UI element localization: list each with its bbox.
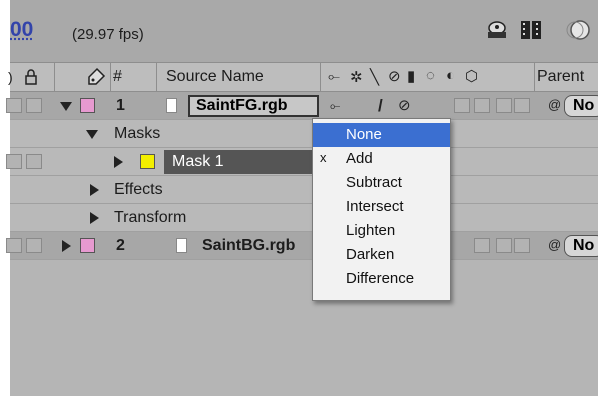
quality-switch-icon[interactable]: ╲ [370, 68, 379, 86]
3d-layer-icon[interactable]: ⬡ [465, 67, 478, 85]
effects-group-row[interactable]: Effects [10, 176, 598, 204]
label-tag-icon[interactable] [86, 67, 106, 87]
effects-group-label: Effects [114, 181, 163, 198]
parent-header[interactable]: Parent [537, 68, 584, 86]
checkmark-icon: x [320, 150, 327, 165]
layer-2-label-color[interactable] [80, 238, 95, 253]
adjustment-layer-icon[interactable]: ◐ [446, 67, 455, 84]
layer-1-number: 1 [116, 97, 125, 114]
mask-mode-add[interactable]: x Add [313, 147, 450, 171]
shy-switch-icon[interactable]: ⟜ [328, 68, 340, 85]
video-switch-icon[interactable]: ) [8, 69, 13, 85]
mask-mode-lighten[interactable]: Lighten [313, 219, 450, 243]
mask-mode-darken[interactable]: Darken [313, 243, 450, 267]
frame-rate-label: (29.97 fps) [72, 26, 144, 43]
timeline-top-bar: 00 (29.97 fps) [10, 0, 598, 62]
mask-mode-menu[interactable]: None x Add Subtract Intersect Lighten Da… [312, 118, 451, 301]
transform-group-label: Transform [114, 209, 187, 226]
expand-transform-chevron-icon[interactable] [90, 212, 99, 224]
column-header-row: ) # Source Name ⟜ ✲ ╲ ⊘ ▮ ◌ ◐ ⬡ Parent [8, 62, 598, 92]
collapse-switch-icon[interactable]: ✲ [350, 68, 363, 86]
lock-column-icon[interactable] [24, 69, 38, 85]
frame-blending-icon[interactable] [518, 18, 544, 42]
audio-switch-cell[interactable] [6, 238, 22, 253]
layer-1-label-color[interactable] [80, 98, 95, 113]
mask-1-color-swatch[interactable] [140, 154, 155, 169]
motion-blur-switch-icon[interactable]: ◌ [426, 67, 435, 84]
pick-whip-icon[interactable]: @ [548, 97, 561, 112]
layer-1-parent-dropdown[interactable]: No [564, 95, 598, 117]
footage-file-icon [166, 98, 177, 113]
expand-layer-1-chevron-icon[interactable] [60, 102, 72, 111]
layer-1-quality-icon[interactable]: / [378, 96, 383, 116]
timeline-panel: 00 (29.97 fps) ) # Source Name ⟜ ✲ ╲ ⊘ ▮… [6, 0, 598, 396]
current-time-display[interactable]: 00 [10, 18, 33, 42]
switch-cell[interactable] [454, 98, 470, 113]
expand-mask-1-chevron-icon[interactable] [114, 156, 123, 168]
layer-number-header[interactable]: # [113, 68, 122, 86]
switch-cell[interactable] [514, 98, 530, 113]
switch-cell[interactable] [514, 238, 530, 253]
layer-1-effect-icon[interactable]: ⊘ [398, 96, 411, 114]
mask-mode-none[interactable]: None [313, 123, 450, 147]
expand-masks-chevron-icon[interactable] [86, 130, 98, 139]
switch-cell[interactable] [26, 154, 42, 169]
frame-blend-switch-icon[interactable]: ▮ [407, 67, 415, 85]
mask-1-name[interactable]: Mask 1 [164, 150, 322, 174]
mask-mode-subtract[interactable]: Subtract [313, 171, 450, 195]
switch-cell[interactable] [496, 98, 512, 113]
lock-switch-cell[interactable] [26, 98, 42, 113]
motion-blur-icon[interactable] [566, 18, 592, 42]
layer-2-name[interactable]: SaintBG.rgb [202, 237, 295, 255]
switch-cell[interactable] [474, 98, 490, 113]
footage-file-icon [176, 238, 187, 253]
layer-2-parent-dropdown[interactable]: No [564, 235, 598, 257]
layer-1-shy-switch-icon[interactable]: ⟜ [330, 98, 340, 114]
mask-mode-difference[interactable]: Difference [313, 267, 450, 291]
switch-cell[interactable] [496, 238, 512, 253]
masks-group-row[interactable]: Masks [10, 120, 598, 148]
pick-whip-icon[interactable]: @ [548, 237, 561, 252]
layer-1-name[interactable]: SaintFG.rgb [188, 95, 319, 117]
lock-switch-cell[interactable] [26, 238, 42, 253]
transform-group-row[interactable]: Transform [10, 204, 598, 232]
effect-switch-icon[interactable]: ⊘ [388, 67, 401, 85]
layer-row-1[interactable]: 1 SaintFG.rgb ⟜ / ⊘ @ No [6, 92, 598, 120]
mask-1-row[interactable]: Mask 1 [6, 148, 598, 176]
switch-cell[interactable] [474, 238, 490, 253]
source-name-header[interactable]: Source Name [166, 68, 264, 86]
expand-effects-chevron-icon[interactable] [90, 184, 99, 196]
masks-group-label: Masks [114, 125, 161, 142]
mask-mode-intersect[interactable]: Intersect [313, 195, 450, 219]
layer-row-2[interactable]: 2 SaintBG.rgb @ No [6, 232, 598, 260]
audio-switch-cell[interactable] [6, 98, 22, 113]
switch-cell[interactable] [6, 154, 22, 169]
shy-layers-icon[interactable] [484, 18, 510, 42]
layer-2-number: 2 [116, 237, 125, 254]
expand-layer-2-chevron-icon[interactable] [62, 240, 71, 252]
